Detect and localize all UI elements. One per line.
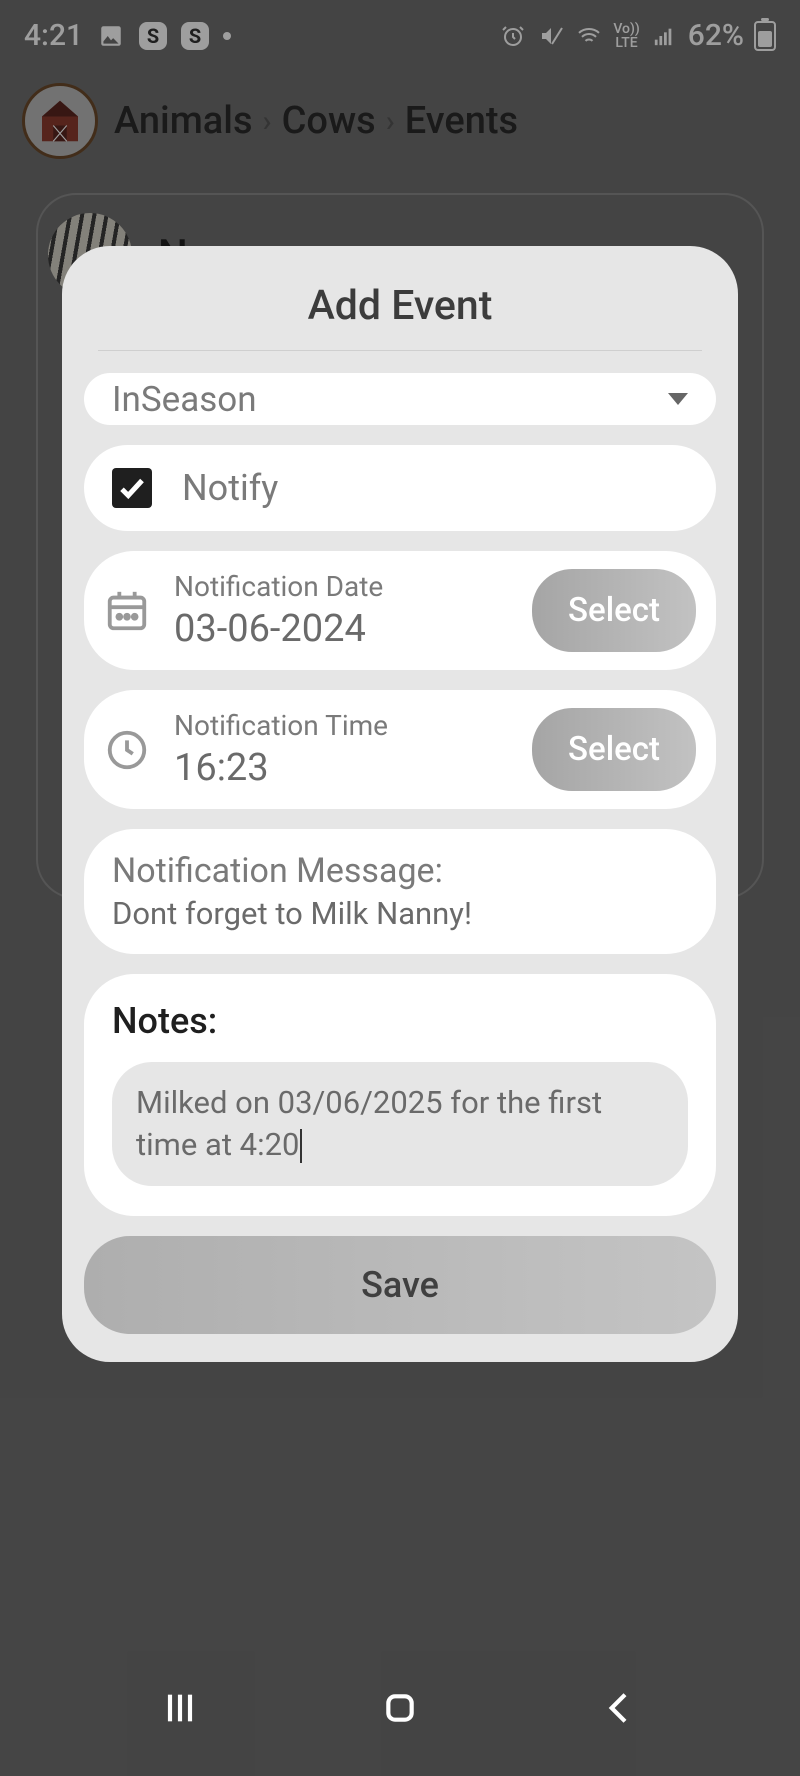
notes-label: Notes: <box>112 1000 688 1042</box>
notify-row: Notify <box>84 445 716 531</box>
select-date-button[interactable]: Select <box>532 569 696 652</box>
select-time-button[interactable]: Select <box>532 708 696 791</box>
system-nav-bar <box>0 1666 800 1776</box>
date-label: Notification Date <box>174 570 508 603</box>
add-event-modal: Add Event InSeason Notify Notification D… <box>62 246 738 1362</box>
notify-label: Notify <box>182 467 278 509</box>
notification-time-row: Notification Time 16:23 Select <box>84 690 716 809</box>
nav-recents-button[interactable] <box>150 1688 210 1728</box>
notes-value: Milked on 03/06/2025 for the first time … <box>136 1084 602 1163</box>
save-button[interactable]: Save <box>84 1236 716 1334</box>
notification-message-row[interactable]: Notification Message: Dont forget to Mil… <box>84 829 716 954</box>
clock-icon <box>104 727 150 773</box>
date-value: 03-06-2024 <box>174 607 508 651</box>
nav-back-button[interactable] <box>590 1688 650 1728</box>
time-value: 16:23 <box>174 746 508 790</box>
message-label: Notification Message: <box>112 851 688 891</box>
notify-checkbox[interactable] <box>112 468 152 508</box>
time-label: Notification Time <box>174 709 508 742</box>
calendar-icon <box>104 588 150 634</box>
nav-home-button[interactable] <box>370 1688 430 1728</box>
chevron-down-icon <box>668 393 688 405</box>
event-type-value: InSeason <box>112 379 257 420</box>
event-type-dropdown[interactable]: InSeason <box>84 373 716 425</box>
message-value: Dont forget to Milk Nanny! <box>112 895 688 932</box>
text-cursor <box>300 1129 302 1163</box>
notes-row: Notes: Milked on 03/06/2025 for the firs… <box>84 974 716 1216</box>
notification-date-row: Notification Date 03-06-2024 Select <box>84 551 716 670</box>
notes-input[interactable]: Milked on 03/06/2025 for the first time … <box>112 1062 688 1186</box>
modal-title: Add Event <box>98 282 702 351</box>
